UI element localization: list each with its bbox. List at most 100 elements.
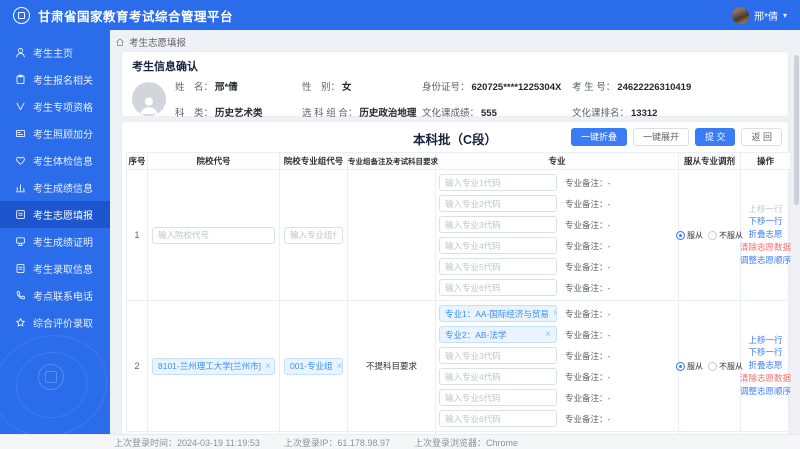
sidebar-item-volunteer[interactable]: 考生志愿填报 <box>0 201 110 228</box>
field-value: 24622226310419 <box>617 82 692 93</box>
back-button[interactable]: 返 回 <box>741 128 782 146</box>
obey-option-no[interactable]: 不服从 <box>708 230 743 241</box>
batch-buttons: 一键折叠 一键展开提 交返 回 <box>570 128 782 146</box>
user-name: 邢*倩 <box>754 11 778 23</box>
field-value: 历史政治地理 <box>359 108 417 119</box>
person-icon <box>140 97 158 114</box>
sidebar-item-score-info[interactable]: 考生成绩信息 <box>0 174 110 201</box>
expand-all-button[interactable]: 一键展开 <box>632 128 689 146</box>
radio-label: 服从 <box>687 361 703 371</box>
admission-icon <box>15 263 26 274</box>
subject-requirement: 不提科目要求 <box>347 300 436 432</box>
obey-option-yes[interactable]: 服从 <box>676 230 703 241</box>
major-2-chip[interactable]: 专业2：AB-法学 × <box>439 326 557 343</box>
major-1-input[interactable] <box>439 174 557 191</box>
breadcrumb: 考生志愿填报 <box>110 30 800 52</box>
major-line: 专业2：AB-法学 × 专业备注：- <box>436 324 678 345</box>
watermark-logo-icon <box>38 364 64 390</box>
group-code-input[interactable] <box>284 226 343 244</box>
action-adjust-volunteer-order[interactable]: 调整志愿顺序 <box>740 255 791 265</box>
sidebar-item-label: 考生主页 <box>33 49 73 60</box>
major-5-input[interactable] <box>439 258 557 275</box>
sidebar-item-label: 考点联系电话 <box>33 292 93 303</box>
major-6-input[interactable] <box>439 410 557 427</box>
form-icon <box>15 209 26 220</box>
college-code-input[interactable] <box>152 226 275 244</box>
major-note: 专业备注：- <box>565 177 611 188</box>
major-2-input[interactable] <box>439 195 557 212</box>
major-line: 专业备注：- <box>436 387 678 408</box>
radio-icon <box>708 230 717 240</box>
field-value: 邢*倩 <box>215 82 238 93</box>
sidebar-item-label: 考生成绩证明 <box>33 238 93 249</box>
idcard-icon <box>15 128 26 139</box>
footer-status-bar: 上次登录时间：2024-03-19 11:19:53 上次登录IP：61.178… <box>0 434 800 449</box>
major-5-input[interactable] <box>439 389 557 406</box>
field-label: 身份证号： <box>422 82 470 93</box>
major-field <box>439 216 557 233</box>
sidebar-item-label: 考生志愿填报 <box>33 211 93 222</box>
field-label: 姓 名： <box>175 82 214 93</box>
sidebar-item-home[interactable]: 考生主页 <box>0 39 110 66</box>
sidebar-item-evaluation[interactable]: 综合评价录取 <box>0 309 110 336</box>
action-move-down-row[interactable]: 下移一行 <box>748 217 782 227</box>
major-note: 专业备注：- <box>565 282 611 293</box>
sidebar-item-registration[interactable]: 考生报名相关 <box>0 66 110 93</box>
submit-button[interactable]: 提 交 <box>694 128 736 146</box>
college-code-chip[interactable]: 8101-兰州理工大学[兰州市] × <box>152 357 275 375</box>
major-1-value: 专业1：AA-国际经济与贸易 <box>445 308 549 319</box>
score-icon <box>15 182 26 193</box>
obey-option-no[interactable]: 不服从 <box>708 361 743 372</box>
major-line: 专业备注：- <box>436 345 678 366</box>
group-code-value: 001-专业组 <box>290 361 333 371</box>
scrollbar-thumb[interactable] <box>794 55 799 205</box>
collapse-all-button[interactable]: 一键折叠 <box>570 128 627 146</box>
field-label: 考 生 号： <box>572 82 616 93</box>
last-login-time: 上次登录时间：2024-03-19 11:19:53 <box>114 437 260 448</box>
action-clear-volunteer-data[interactable]: 清除志愿数据 <box>740 373 791 383</box>
sidebar-item-care-bonus[interactable]: 考生照顾加分 <box>0 120 110 147</box>
major-field <box>439 389 557 406</box>
row-index: 1 <box>126 169 148 301</box>
major-note: 专业备注：- <box>565 198 611 209</box>
major-note: 专业备注：- <box>565 219 611 230</box>
sidebar-item-label: 考生成绩信息 <box>33 184 93 195</box>
main-content: 考生志愿填报 考生信息确认 姓 名： 邢*倩性 别：女身份证号： 620725***… <box>110 30 800 434</box>
chip-remove-icon[interactable]: × <box>265 361 271 372</box>
user-menu[interactable]: 邢*倩 ▾ <box>732 6 787 24</box>
sidebar-item-label: 考生体检信息 <box>33 157 93 168</box>
action-move-down-row[interactable]: 下移一行 <box>748 348 782 358</box>
action-move-up-row[interactable]: 上移一行 <box>748 335 782 345</box>
info-card-title: 考生信息确认 <box>132 61 198 73</box>
user-icon <box>15 47 26 58</box>
info-field-subjects: 选 科 组 合： 历史政治地理 <box>302 105 422 119</box>
major-field <box>439 195 557 212</box>
major-3-input[interactable] <box>439 347 557 364</box>
majors-cell: 专业备注：- 专业备注：- 专业备注：- 专业备注：- 专业备注：- 专业备注：- <box>435 169 679 301</box>
action-adjust-volunteer-order[interactable]: 调整志愿顺序 <box>740 386 791 396</box>
sidebar-item-label: 考生报名相关 <box>33 76 93 87</box>
sidebar-item-site-phone[interactable]: 考点联系电话 <box>0 282 110 309</box>
column-header: 序号 <box>126 152 148 170</box>
column-header: 专业组备注及考试科目要求 <box>347 152 438 170</box>
college-code-value: 8101-兰州理工大学[兰州市] <box>158 361 261 371</box>
chip-remove-icon[interactable]: × <box>545 329 551 340</box>
major-1-chip[interactable]: 专业1：AA-国际经济与贸易 × <box>439 305 557 322</box>
major-4-input[interactable] <box>439 368 557 385</box>
action-collapse-volunteer[interactable]: 折叠志愿 <box>748 229 782 239</box>
action-collapse-volunteer[interactable]: 折叠志愿 <box>748 360 782 370</box>
major-6-input[interactable] <box>439 279 557 296</box>
chip-remove-icon[interactable]: × <box>553 308 556 319</box>
home-icon[interactable] <box>115 37 125 47</box>
sidebar-item-admission[interactable]: 考生录取信息 <box>0 255 110 282</box>
sidebar-item-qualification[interactable]: 考生专项资格 <box>0 93 110 120</box>
brand: 甘肃省国家教育考试综合管理平台 <box>13 6 233 25</box>
major-4-input[interactable] <box>439 237 557 254</box>
action-clear-volunteer-data[interactable]: 清除志愿数据 <box>740 242 791 252</box>
major-3-input[interactable] <box>439 216 557 233</box>
chip-remove-icon[interactable]: × <box>337 361 342 372</box>
group-code-chip[interactable]: 001-专业组 × <box>284 357 343 375</box>
sidebar-item-physical-exam[interactable]: 考生体检信息 <box>0 147 110 174</box>
sidebar-item-score-cert[interactable]: 考生成绩证明 <box>0 228 110 255</box>
obey-option-yes[interactable]: 服从 <box>676 361 703 372</box>
